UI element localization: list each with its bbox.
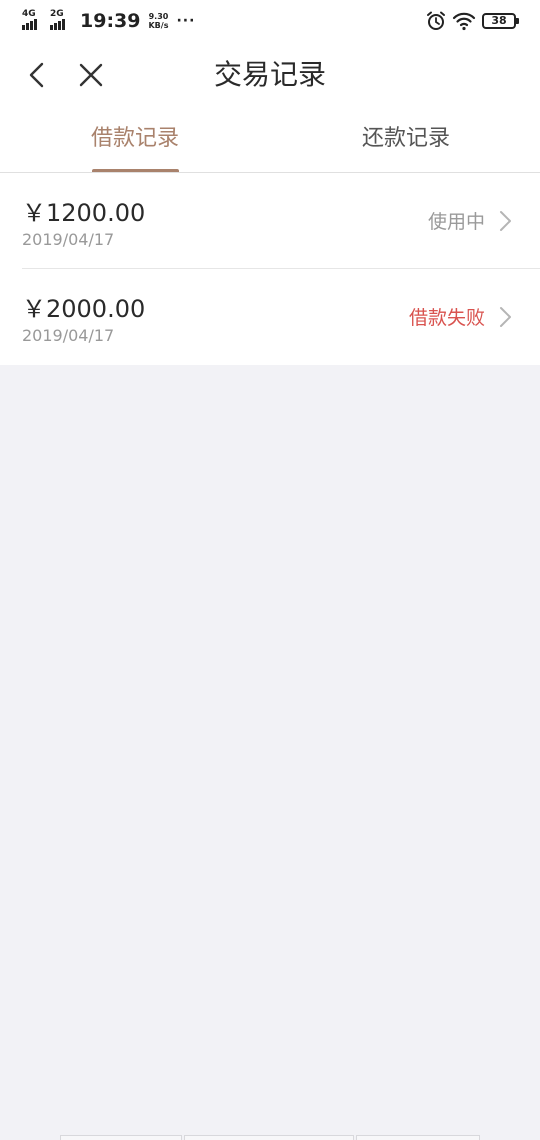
status-bar-right: 38 [426,9,519,33]
chevron-right-icon [500,211,511,231]
signal-4g-icon: 4G [22,10,44,32]
network-speed: 9.30 KB/s [148,12,168,30]
status-bar-left: 4G 2G 19:39 9.30 KB/s ··· [22,9,195,33]
network-type-2: 2G [50,9,64,19]
list-item[interactable]: ￥2000.00 2019/04/17 借款失败 [0,269,540,365]
more-notifications-icon: ··· [176,13,196,29]
clock: 19:39 [80,10,141,32]
record-amount: ￥2000.00 [22,295,146,323]
record-status: 借款失败 [408,307,485,329]
signal-2g-icon: 2G [50,10,72,32]
tab-borrow-records[interactable]: 借款记录 [35,112,235,172]
record-status: 使用中 [427,211,485,233]
list-item[interactable]: ￥1200.00 2019/04/17 使用中 [0,173,540,269]
close-icon[interactable] [76,60,106,90]
active-tab-indicator [92,169,179,172]
battery-icon: 38 [482,13,519,29]
chevron-left-icon[interactable] [22,60,52,90]
alarm-icon [427,11,445,30]
bottom-edge-strip [60,1135,480,1140]
battery-level: 38 [491,14,507,27]
record-date: 2019/04/17 [22,326,115,345]
record-date: 2019/04/17 [22,230,115,249]
record-amount: ￥1200.00 [22,199,146,227]
network-speed-value: 9.30 [148,12,169,21]
wifi-icon [452,12,476,31]
nav-bar: 交易记录 [0,42,540,112]
network-type-1: 4G [22,9,36,19]
chevron-right-icon [500,307,511,327]
tab-repay-records[interactable]: 还款记录 [306,112,506,172]
empty-content-area [0,367,540,1140]
record-tabs: 借款记录 还款记录 [0,112,540,173]
network-speed-unit: KB/s [148,21,169,30]
record-list: ￥1200.00 2019/04/17 使用中 ￥2000.00 2019/04… [0,173,540,365]
status-bar: 4G 2G 19:39 9.30 KB/s ··· 38 [0,0,540,42]
